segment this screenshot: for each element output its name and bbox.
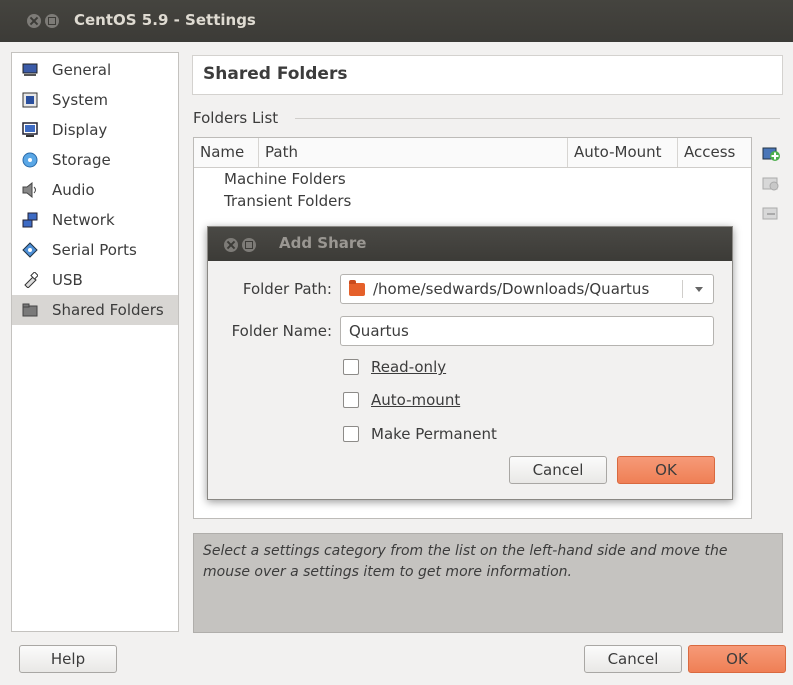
- page-title: Shared Folders: [203, 64, 348, 84]
- folder-name-input[interactable]: Quartus: [340, 316, 714, 346]
- table-row[interactable]: Machine Folders: [224, 170, 346, 188]
- folder-name-label: Folder Name:: [231, 322, 332, 340]
- sidebar-item-general[interactable]: General: [12, 55, 178, 85]
- add-folder-icon[interactable]: [762, 144, 780, 162]
- window-titlebar: CentOS 5.9 - Settings: [0, 0, 793, 42]
- serial-icon: [22, 242, 38, 258]
- sidebar-item-label: Display: [52, 121, 108, 139]
- sidebar-item-label: General: [52, 61, 112, 79]
- folder-actions: [762, 144, 782, 234]
- folder-path-combo[interactable]: /home/sedwards/Downloads/Quartus: [340, 274, 714, 304]
- sidebar-item-system[interactable]: System: [12, 85, 178, 115]
- checkbox-box[interactable]: [343, 426, 359, 442]
- window-close-button[interactable]: [27, 14, 41, 28]
- speaker-icon: [22, 182, 38, 198]
- sidebar-item-network[interactable]: Network: [12, 205, 178, 235]
- table-row[interactable]: Transient Folders: [224, 192, 351, 210]
- add-share-dialog: Add Share Folder Path: /home/sedwards/Do…: [207, 226, 733, 500]
- window-title: CentOS 5.9 - Settings: [74, 11, 256, 29]
- page-header: Shared Folders: [192, 55, 783, 95]
- folder-path-value: /home/sedwards/Downloads/Quartus: [373, 280, 650, 298]
- dialog-close-button[interactable]: [224, 238, 238, 252]
- help-button[interactable]: Help: [19, 645, 117, 673]
- ok-button[interactable]: OK: [688, 645, 786, 673]
- dialog-minimize-button[interactable]: [242, 238, 256, 252]
- sidebar-item-shared-folders[interactable]: Shared Folders: [12, 295, 178, 325]
- folders-list-label: Folders List: [193, 109, 279, 127]
- usb-icon: [22, 272, 38, 288]
- cancel-button[interactable]: Cancel: [584, 645, 682, 673]
- readonly-label: Read-only: [371, 358, 447, 376]
- dialog-ok-button[interactable]: OK: [617, 456, 715, 484]
- network-icon: [22, 212, 38, 228]
- readonly-checkbox[interactable]: Read-only: [343, 358, 446, 376]
- chevron-down-icon[interactable]: [695, 287, 703, 292]
- automount-label: Auto-mount: [371, 391, 461, 409]
- dialog-cancel-button[interactable]: Cancel: [509, 456, 607, 484]
- sidebar-item-usb[interactable]: USB: [12, 265, 178, 295]
- dialog-titlebar: Add Share: [208, 227, 732, 261]
- sidebar-item-label: Storage: [52, 151, 111, 169]
- column-header-access[interactable]: Access: [678, 138, 751, 167]
- column-header-name[interactable]: Name: [194, 138, 259, 167]
- sidebar-item-label: Audio: [52, 181, 95, 199]
- sidebar-item-label: System: [52, 91, 108, 109]
- folder-path-label: Folder Path:: [242, 280, 332, 298]
- sidebar-item-serial-ports[interactable]: Serial Ports: [12, 235, 178, 265]
- automount-checkbox[interactable]: Auto-mount: [343, 391, 460, 409]
- folders-list-divider: [295, 118, 780, 119]
- sidebar-item-storage[interactable]: Storage: [12, 145, 178, 175]
- remove-folder-icon[interactable]: [762, 204, 780, 222]
- monitor-icon: [22, 62, 38, 78]
- info-text: Select a settings category from the list…: [203, 543, 728, 580]
- checkbox-box[interactable]: [343, 392, 359, 408]
- sidebar-item-audio[interactable]: Audio: [12, 175, 178, 205]
- make-permanent-label: Make Permanent: [371, 425, 497, 443]
- column-header-auto-mount[interactable]: Auto-Mount: [568, 138, 678, 167]
- sidebar-item-label: USB: [52, 271, 83, 289]
- info-panel: Select a settings category from the list…: [193, 533, 783, 633]
- checkbox-box[interactable]: [343, 359, 359, 375]
- make-permanent-checkbox[interactable]: Make Permanent: [343, 425, 497, 443]
- window-minimize-button[interactable]: [45, 14, 59, 28]
- chip-icon: [22, 92, 38, 108]
- column-header-path[interactable]: Path: [259, 138, 568, 167]
- sidebar-item-label: Serial Ports: [52, 241, 137, 259]
- settings-category-list[interactable]: General System Display Storage Audio Net…: [11, 52, 179, 632]
- sidebar-item-label: Shared Folders: [52, 301, 164, 319]
- sidebar-item-label: Network: [52, 211, 115, 229]
- display-icon: [22, 122, 38, 138]
- folder-icon: [349, 280, 365, 296]
- folders-table-header: Name Path Auto-Mount Access: [194, 138, 751, 168]
- edit-folder-icon[interactable]: [762, 174, 780, 192]
- disc-icon: [22, 152, 38, 168]
- dialog-title: Add Share: [279, 234, 367, 252]
- folder-icon: [22, 302, 38, 318]
- sidebar-item-display[interactable]: Display: [12, 115, 178, 145]
